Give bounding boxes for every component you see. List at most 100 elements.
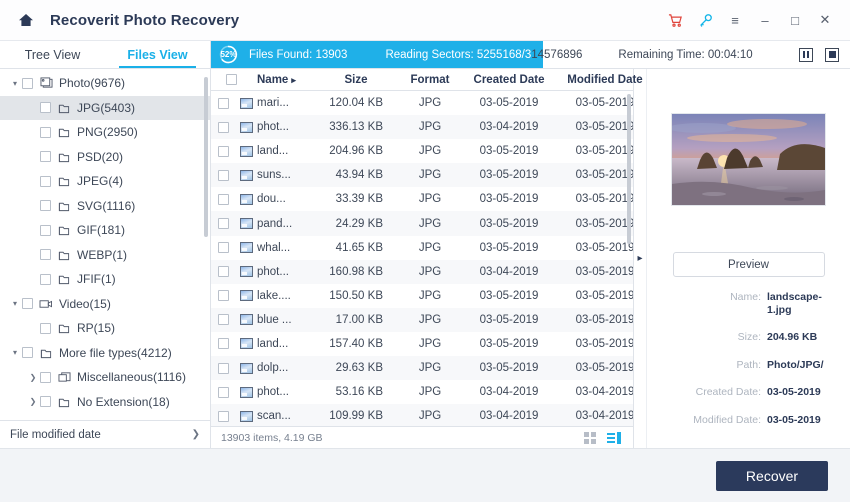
item-checkbox[interactable] — [40, 225, 51, 236]
close-icon[interactable]: ✕ — [810, 5, 840, 35]
folder-icon — [57, 396, 71, 408]
recover-button[interactable]: Recover — [716, 461, 828, 491]
table-row[interactable]: land...204.96 KBJPG03-05-201903-05-2019 — [211, 139, 633, 163]
column-header-size[interactable]: Size — [315, 74, 397, 86]
table-row[interactable]: land...157.40 KBJPG03-05-201903-05-2019 — [211, 332, 633, 356]
sidebar-item-jpeg-4[interactable]: JPEG(4) — [0, 169, 210, 194]
row-checkbox[interactable] — [211, 242, 235, 253]
sidebar-item-label: GIF(181) — [77, 223, 125, 237]
table-row[interactable]: lake....150.50 KBJPG03-05-201903-05-2019 — [211, 284, 633, 308]
chevron-down-icon[interactable]: ▾ — [8, 348, 22, 357]
table-row[interactable]: phot...53.16 KBJPG03-04-201903-04-2019 — [211, 380, 633, 404]
item-checkbox[interactable] — [40, 102, 51, 113]
item-checkbox[interactable] — [40, 249, 51, 260]
cell-name: phot... — [257, 121, 315, 133]
home-icon[interactable] — [16, 10, 36, 30]
column-header-modified[interactable]: Modified Date — [555, 74, 655, 86]
minimize-button[interactable]: – — [750, 5, 780, 35]
scan-strip: Tree View Files View 52% Files Found: 13… — [0, 41, 850, 69]
sidebar-item-gif-181[interactable]: GIF(181) — [0, 218, 210, 243]
item-checkbox[interactable] — [40, 372, 51, 383]
row-checkbox[interactable] — [211, 338, 235, 349]
item-checkbox[interactable] — [40, 151, 51, 162]
file-type-tree[interactable]: ▾Photo(9676)JPG(5403)PNG(2950)PSD(20)JPE… — [0, 69, 210, 420]
tab-tree-view[interactable]: Tree View — [0, 41, 105, 68]
chevron-right-icon[interactable]: ❯ — [26, 397, 40, 406]
menu-icon[interactable]: ≡ — [720, 5, 750, 35]
table-body[interactable]: mari...120.04 KBJPG03-05-201903-05-2019p… — [211, 91, 633, 426]
item-checkbox[interactable] — [22, 78, 33, 89]
sidebar-scrollbar[interactable] — [204, 77, 208, 237]
list-view-icon[interactable] — [607, 432, 621, 444]
chevron-right-icon[interactable]: ❯ — [26, 373, 40, 382]
sidebar-item-miscellaneous-1116[interactable]: ❯Miscellaneous(1116) — [0, 365, 210, 390]
files-found-label: Files Found: 13903 — [249, 49, 347, 61]
sidebar-item-video-15[interactable]: ▾Video(15) — [0, 292, 210, 317]
sidebar-item-svg-1116[interactable]: SVG(1116) — [0, 194, 210, 219]
item-checkbox[interactable] — [22, 347, 33, 358]
item-checkbox[interactable] — [22, 298, 33, 309]
row-checkbox[interactable] — [211, 98, 235, 109]
sidebar-item-photo-9676[interactable]: ▾Photo(9676) — [0, 71, 210, 96]
item-checkbox[interactable] — [40, 200, 51, 211]
table-row[interactable]: dolp...29.63 KBJPG03-05-201903-05-2019 — [211, 356, 633, 380]
sidebar-item-rp-15[interactable]: RP(15) — [0, 316, 210, 341]
row-checkbox[interactable] — [211, 218, 235, 229]
stop-button[interactable] — [825, 48, 839, 62]
row-checkbox[interactable] — [211, 194, 235, 205]
row-checkbox[interactable] — [211, 290, 235, 301]
row-checkbox[interactable] — [211, 122, 235, 133]
grid-view-icon[interactable] — [584, 432, 596, 444]
panel-splitter[interactable]: ▸ — [633, 69, 646, 448]
collapse-preview-icon[interactable]: ▸ — [637, 253, 642, 264]
table-row[interactable]: phot...336.13 KBJPG03-04-201903-05-2019 — [211, 115, 633, 139]
row-checkbox[interactable] — [211, 170, 235, 181]
column-header-created[interactable]: Created Date — [463, 74, 555, 86]
item-checkbox[interactable] — [40, 323, 51, 334]
item-checkbox[interactable] — [40, 127, 51, 138]
table-row[interactable]: mari...120.04 KBJPG03-05-201903-05-2019 — [211, 91, 633, 115]
chevron-down-icon[interactable]: ▾ — [8, 299, 22, 308]
preview-button[interactable]: Preview — [673, 252, 825, 277]
table-row[interactable]: phot...160.98 KBJPG03-04-201903-05-2019 — [211, 260, 633, 284]
table-row[interactable]: blue ...17.00 KBJPG03-05-201903-05-2019 — [211, 308, 633, 332]
metadata-key: Name: — [659, 291, 767, 316]
row-checkbox[interactable] — [211, 266, 235, 277]
file-modified-date-filter[interactable]: File modified date ❯ — [0, 420, 210, 448]
key-icon[interactable] — [690, 5, 720, 35]
column-header-name[interactable]: Name▸ — [257, 74, 315, 86]
sidebar-item-jfif-1[interactable]: JFIF(1) — [0, 267, 210, 292]
sidebar-item-no-extension-18[interactable]: ❯No Extension(18) — [0, 390, 210, 415]
table-row[interactable]: dou...33.39 KBJPG03-05-201903-05-2019 — [211, 187, 633, 211]
select-all-checkbox[interactable] — [211, 74, 257, 85]
cell-format: JPG — [397, 242, 463, 254]
sidebar-item-webp-1[interactable]: WEBP(1) — [0, 243, 210, 268]
column-header-format[interactable]: Format — [397, 74, 463, 86]
row-checkbox[interactable] — [211, 387, 235, 398]
table-scrollbar[interactable] — [627, 94, 631, 244]
item-checkbox[interactable] — [40, 396, 51, 407]
cart-icon[interactable] — [660, 5, 690, 35]
table-row[interactable]: pand...24.29 KBJPG03-05-201903-05-2019 — [211, 211, 633, 235]
cell-name: mari... — [257, 97, 315, 109]
row-checkbox[interactable] — [211, 363, 235, 374]
sidebar-item-jpg-5403[interactable]: JPG(5403) — [0, 96, 210, 121]
chevron-down-icon[interactable]: ▾ — [8, 79, 22, 88]
row-checkbox[interactable] — [211, 146, 235, 157]
cell-modified: 03-05-2019 — [555, 266, 633, 278]
sidebar-item-png-2950[interactable]: PNG(2950) — [0, 120, 210, 145]
item-checkbox[interactable] — [40, 176, 51, 187]
item-checkbox[interactable] — [40, 274, 51, 285]
table-row[interactable]: suns...43.94 KBJPG03-05-201903-05-2019 — [211, 163, 633, 187]
sidebar-item-more-file-types-4212[interactable]: ▾More file types(4212) — [0, 341, 210, 366]
sidebar-item-psd-20[interactable]: PSD(20) — [0, 145, 210, 170]
pause-button[interactable] — [799, 48, 813, 62]
table-row[interactable]: whal...41.65 KBJPG03-05-201903-05-2019 — [211, 236, 633, 260]
tab-files-view[interactable]: Files View — [105, 41, 210, 68]
cell-size: 109.99 KB — [315, 410, 397, 422]
row-checkbox[interactable] — [211, 411, 235, 422]
sidebar-item-document-1582[interactable]: ❯Document(1582) — [0, 414, 210, 420]
maximize-button[interactable]: □ — [780, 5, 810, 35]
table-row[interactable]: scan...109.99 KBJPG03-04-201903-04-2019 — [211, 404, 633, 426]
row-checkbox[interactable] — [211, 314, 235, 325]
